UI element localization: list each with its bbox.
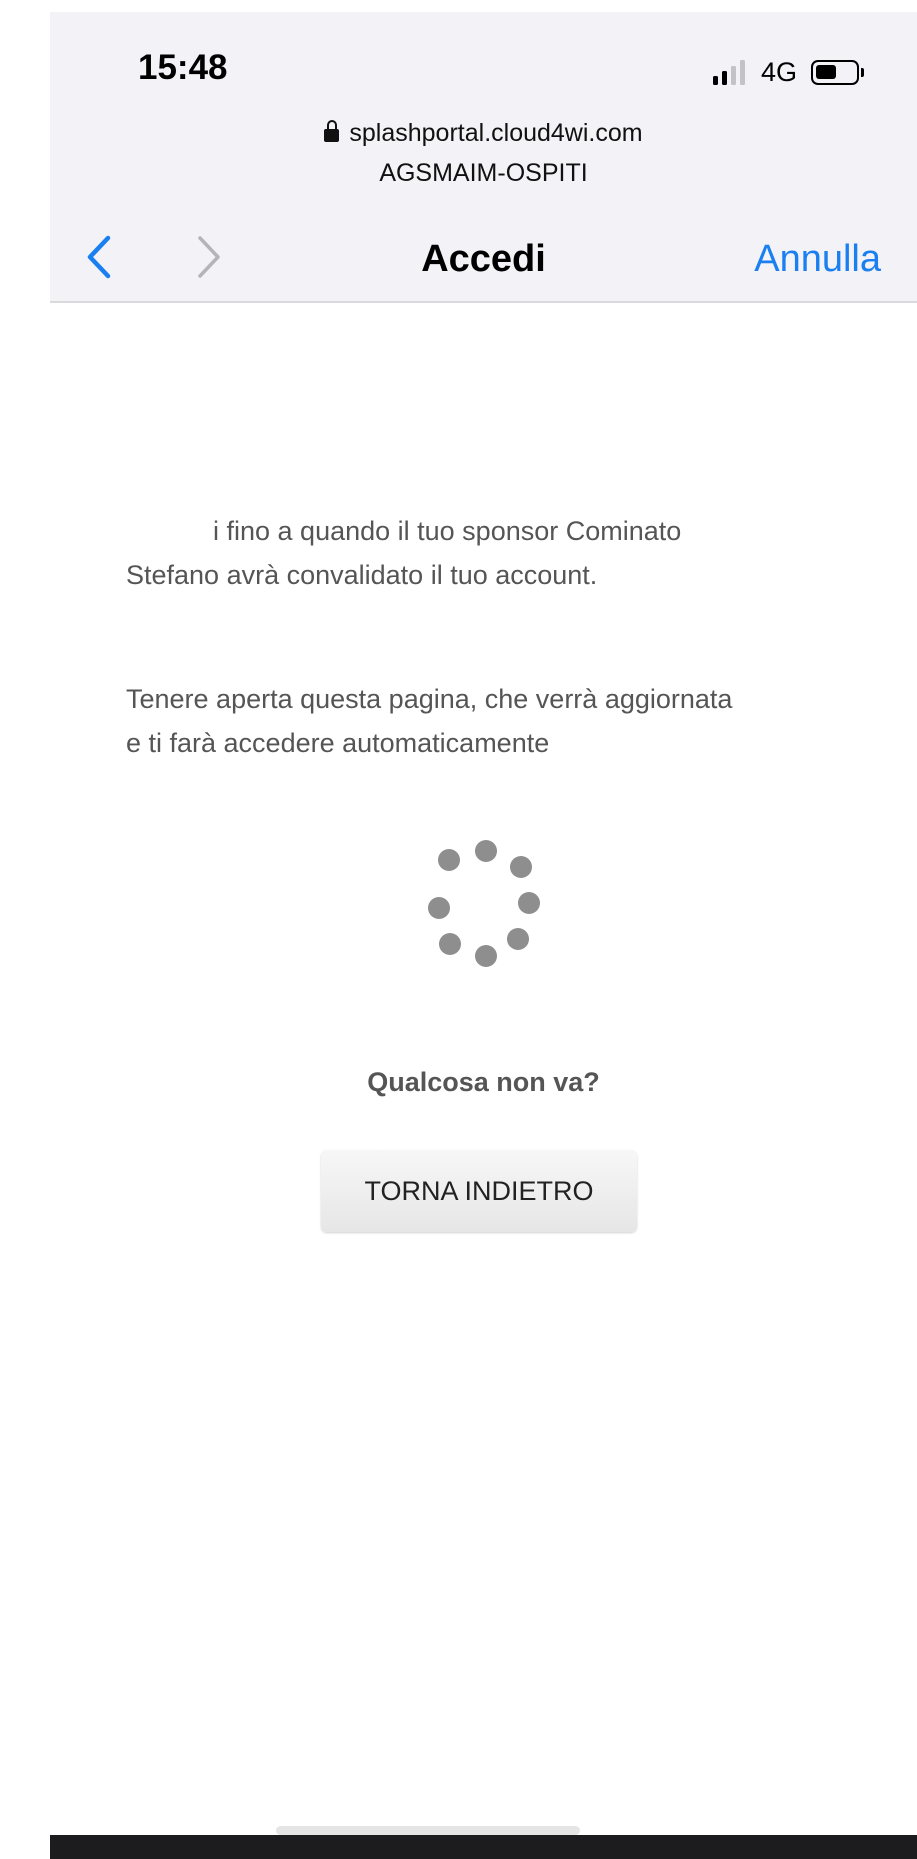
url-bar[interactable]: splashportal.cloud4wi.com — [50, 119, 917, 148]
info-message-line1: Tenere aperta questa pagina, che verrà a… — [126, 684, 733, 714]
battery-icon — [811, 59, 864, 85]
waiting-message: i fino a quando il tuo sponsor Cominato … — [126, 509, 846, 597]
cellular-signal-icon — [712, 59, 745, 85]
status-indicators: 4G — [712, 56, 864, 88]
waiting-message-line1: i fino a quando il tuo sponsor Cominato — [213, 516, 682, 546]
loading-spinner-icon — [405, 832, 555, 982]
cancel-button[interactable]: Annulla — [754, 238, 881, 281]
back-button[interactable]: TORNA INDIETRO — [321, 1150, 637, 1232]
left-margin — [0, 0, 50, 1859]
status-time: 15:48 — [138, 48, 228, 87]
home-indicator[interactable] — [276, 1826, 580, 1835]
url-text: splashportal.cloud4wi.com — [349, 119, 643, 147]
help-question: Qualcosa non va? — [367, 1067, 600, 1097]
info-message-line2: e ti farà accedere automaticamente — [126, 728, 550, 758]
waiting-message-line2: Stefano avrà convalidato il tuo account. — [126, 560, 598, 590]
browser-window: 15:48 4G splashportal.cloud4wi.com AGSMA… — [50, 12, 917, 1859]
wifi-network-name: AGSMAIM-OSPITI — [379, 159, 588, 187]
bottom-bar — [50, 1835, 917, 1859]
safari-header: 15:48 4G splashportal.cloud4wi.com AGSMA… — [50, 12, 917, 303]
network-type: 4G — [760, 56, 797, 87]
lock-icon — [324, 120, 340, 142]
info-message: Tenere aperta questa pagina, che verrà a… — [126, 677, 866, 765]
